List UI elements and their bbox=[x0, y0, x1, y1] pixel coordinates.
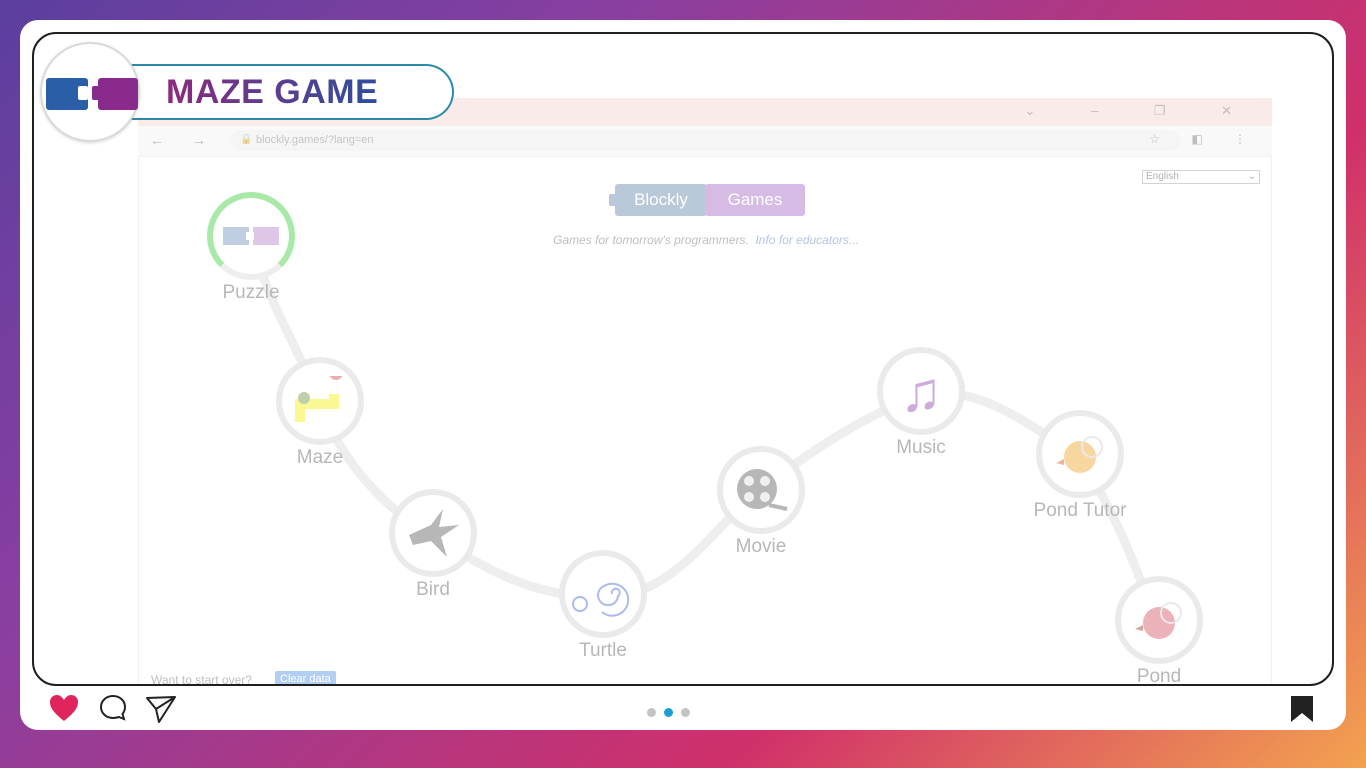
browser-toolbar: ← → ↻ 🔒 blockly.games/?lang=en ☆ ◧ ⋮ bbox=[138, 126, 1272, 157]
slide-frame: ⌄ – ❐ ✕ ← → ↻ 🔒 blockly.games/?lang=en ☆… bbox=[32, 32, 1334, 686]
toolbar-icons[interactable]: ☆ ◧ ⋮ bbox=[1149, 132, 1260, 146]
send-icon[interactable] bbox=[145, 694, 177, 724]
browser-screenshot: ⌄ – ❐ ✕ ← → ↻ 🔒 blockly.games/?lang=en ☆… bbox=[138, 98, 1272, 686]
carousel-dot[interactable] bbox=[681, 708, 690, 717]
spiral-icon bbox=[565, 556, 641, 632]
game-node-puzzle[interactable]: Puzzle bbox=[203, 192, 299, 304]
game-node-bird[interactable]: Bird bbox=[385, 489, 481, 601]
heart-icon[interactable] bbox=[48, 693, 80, 723]
window-controls[interactable]: ⌄ – ❐ ✕ bbox=[1024, 103, 1258, 119]
url-text: blockly.games/?lang=en bbox=[256, 134, 374, 146]
game-node-turtle[interactable]: Turtle bbox=[555, 550, 651, 662]
bird-icon bbox=[395, 495, 471, 571]
game-node-maze[interactable]: Maze bbox=[272, 357, 368, 469]
carousel-dot[interactable] bbox=[647, 708, 656, 717]
restart-text: Want to start over? bbox=[151, 673, 252, 686]
puzzle-notch bbox=[78, 86, 88, 100]
duck-icon bbox=[1042, 416, 1118, 492]
game-node-movie[interactable]: Movie bbox=[713, 446, 809, 558]
puzzle-piece-purple bbox=[98, 78, 138, 110]
lock-icon: 🔒 bbox=[240, 134, 253, 145]
game-node-pond-tutor[interactable]: Pond Tutor bbox=[1032, 410, 1128, 522]
bookmark-icon[interactable] bbox=[1289, 695, 1315, 723]
comment-icon[interactable] bbox=[99, 694, 127, 722]
maze-icon bbox=[282, 363, 358, 439]
puzzle-icon bbox=[213, 198, 289, 274]
music-note-icon: ♫ bbox=[900, 359, 942, 423]
clear-data-button[interactable]: Clear data bbox=[275, 671, 336, 684]
address-bar[interactable]: 🔒 blockly.games/?lang=en bbox=[230, 130, 1180, 151]
game-node-pond[interactable]: Pond bbox=[1111, 576, 1207, 684]
badge-logo bbox=[40, 42, 140, 142]
page-content: English ⌄ Blockly Games Games for tomorro… bbox=[138, 157, 1272, 686]
carousel-dots[interactable] bbox=[647, 704, 698, 722]
page-title: MAZE GAME bbox=[166, 73, 379, 111]
game-node-music[interactable]: ♫ Music bbox=[873, 347, 969, 459]
carousel-dot-active[interactable] bbox=[664, 708, 673, 717]
pond-duck-icon bbox=[1121, 582, 1197, 658]
film-reel-icon bbox=[723, 452, 799, 528]
